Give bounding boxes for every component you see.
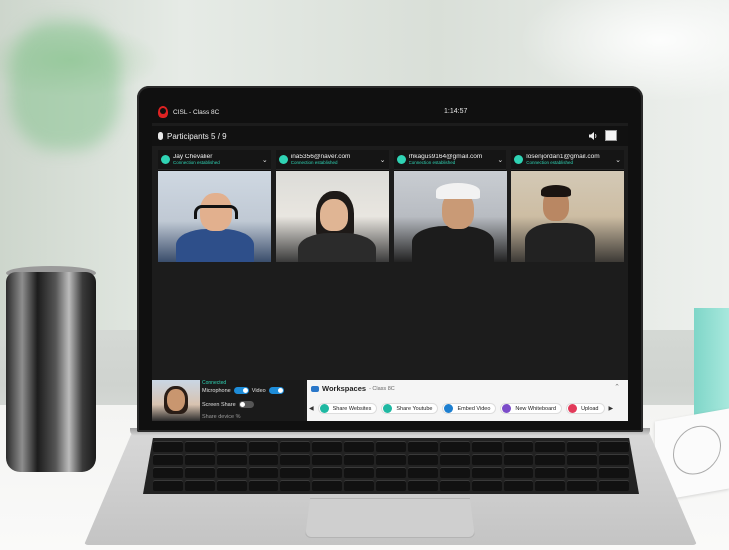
workspaces-icon	[311, 385, 319, 392]
share-websites-button[interactable]: Share Websites	[317, 403, 378, 414]
chevron-down-icon[interactable]: ⌄	[615, 156, 621, 164]
metal-mug	[6, 272, 96, 472]
connection-icon	[278, 155, 288, 164]
workspaces-class: - Class 8C	[369, 385, 395, 392]
green-box	[694, 308, 729, 418]
media-controls: Connected Microphone Video Screen Share …	[200, 380, 304, 421]
speaker-icon[interactable]	[588, 131, 598, 141]
connection-icon	[514, 155, 524, 164]
embed-video-button[interactable]: Embed Video	[442, 403, 497, 414]
screen-share-toggle[interactable]	[238, 401, 254, 408]
connection-icon	[161, 155, 170, 164]
tile-header: losenjordan1@gmail.com Connection establ…	[511, 150, 624, 170]
scroll-left-icon[interactable]: ◀	[309, 405, 314, 412]
chevron-down-icon[interactable]: ⌄	[380, 156, 386, 164]
participant-tile[interactable]: ina5356@naver.com Connection established…	[275, 150, 389, 262]
participant-tile[interactable]: losenjordan1@gmail.com Connection establ…	[511, 150, 625, 262]
participant-video	[511, 171, 625, 262]
share-youtube-button[interactable]: Share Youtube	[381, 403, 439, 414]
connection-state: Connected	[202, 380, 227, 386]
participant-tile[interactable]: rhkagus9164@gmail.com Connection establi…	[393, 150, 507, 262]
chevron-down-icon[interactable]: ⌄	[497, 156, 503, 164]
share-youtube-icon	[383, 404, 393, 413]
collapse-icon[interactable]: ⌃	[614, 383, 620, 391]
connection-status: Connection established	[526, 160, 574, 165]
participants-count: Participants 5 / 9	[167, 131, 227, 141]
workspace-tools: ◀ Share Websites Share Youtube Embed Vid…	[309, 403, 613, 414]
workspaces-panel: Workspaces - Class 8C ⌃ ◀ Share Websites…	[307, 380, 628, 421]
embed-video-icon	[444, 404, 454, 413]
background-plant	[10, 20, 120, 150]
self-video[interactable]	[152, 380, 200, 421]
upload-icon	[568, 404, 578, 413]
title-bar: CISL - Class 8C	[152, 101, 628, 123]
participant-tile[interactable]: Jay Chevalier Connection established ⌄	[158, 150, 271, 262]
connection-status: Connection established	[173, 160, 220, 165]
upload-button[interactable]: Upload	[566, 403, 605, 414]
session-clock: 1:14:57	[444, 108, 468, 115]
participant-video	[393, 171, 507, 262]
video-toggle[interactable]	[268, 387, 284, 394]
scroll-right-icon[interactable]: ▶	[609, 405, 614, 412]
grid-layout-icon[interactable]	[605, 130, 617, 141]
laptop-keyboard	[143, 438, 639, 494]
app-screen: CISL - Class 8C 1:14:57 Participants 5 /…	[152, 101, 628, 421]
video-label: Video	[251, 387, 266, 394]
share-websites-icon	[319, 404, 329, 413]
tile-header: Jay Chevalier Connection established ⌄	[158, 150, 271, 170]
share-device-label: Share device %	[202, 414, 241, 420]
workspaces-title: Workspaces	[322, 384, 367, 393]
window-title: CISL - Class 8C	[173, 108, 220, 116]
participant-video	[275, 171, 389, 262]
participant-grid: Jay Chevalier Connection established ⌄ i…	[158, 150, 625, 262]
microphone-icon	[158, 132, 163, 140]
new-whiteboard-button[interactable]: New Whiteboard	[500, 403, 563, 414]
cisl-logo-icon	[158, 106, 168, 118]
connection-status: Connection established	[408, 160, 456, 165]
participants-header: Participants 5 / 9	[152, 126, 628, 146]
whiteboard-icon	[502, 404, 512, 413]
microphone-toggle[interactable]	[233, 387, 249, 394]
laptop-trackpad	[305, 498, 475, 538]
tile-header: rhkagus9164@gmail.com Connection establi…	[393, 150, 507, 170]
microphone-label: Microphone	[202, 387, 231, 394]
screen-share-label: Screen Share	[202, 401, 236, 408]
connection-status: Connection established	[290, 160, 338, 165]
participant-video	[158, 171, 271, 262]
tile-header: ina5356@naver.com Connection established…	[275, 150, 389, 170]
chevron-down-icon[interactable]: ⌄	[262, 156, 268, 164]
connection-icon	[396, 155, 406, 164]
